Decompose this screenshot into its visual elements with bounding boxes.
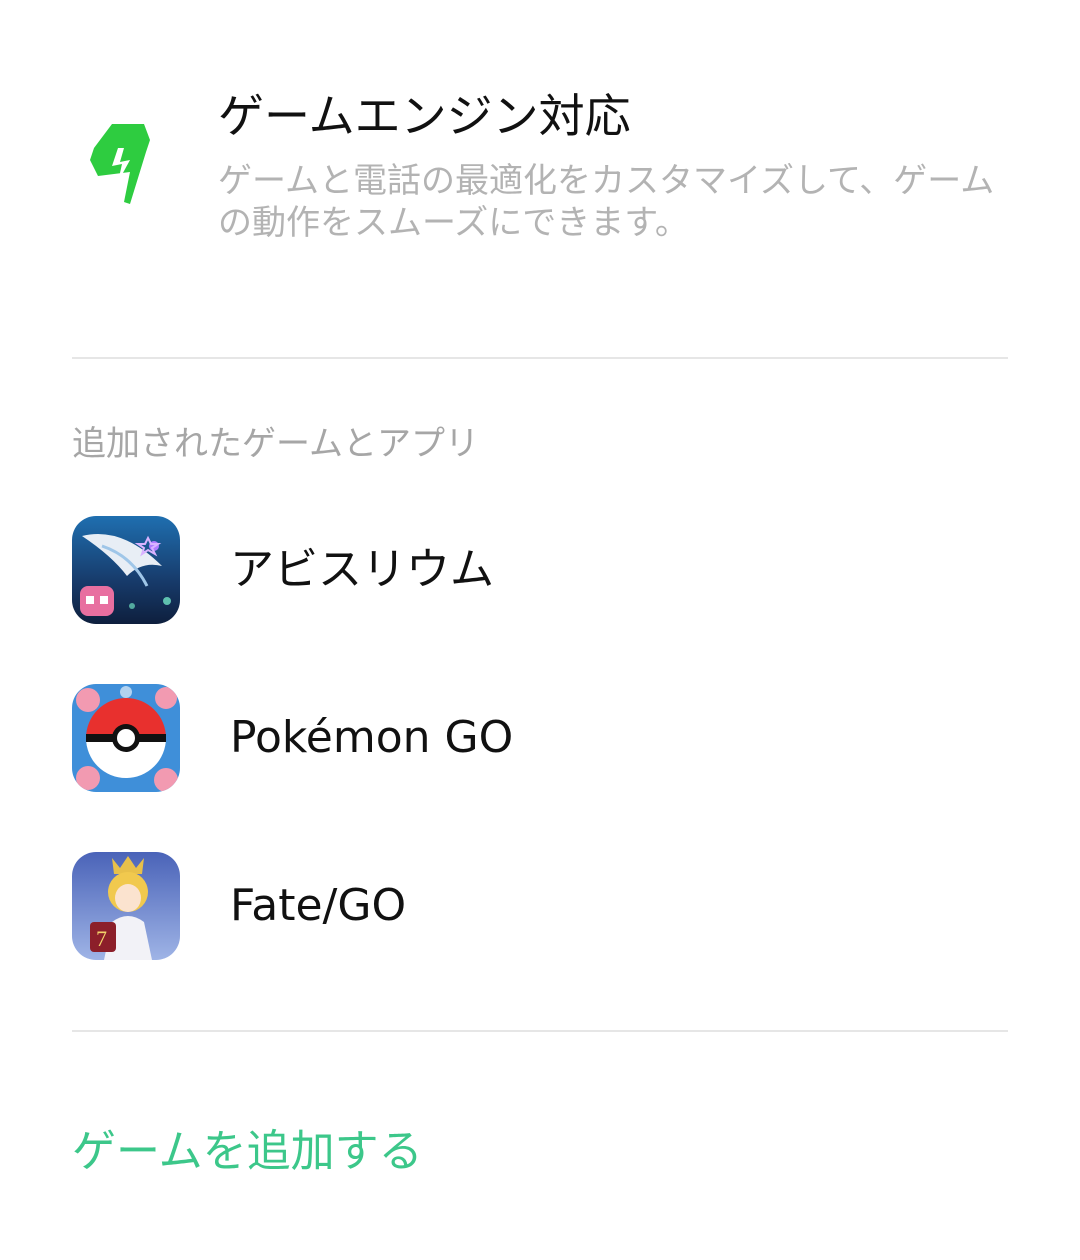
abyssrium-app-icon xyxy=(72,516,180,624)
fate-go-app-icon: 7 xyxy=(72,852,180,960)
app-row-abyssrium[interactable]: アビスリウム xyxy=(0,486,1080,654)
app-name: Fate/GO xyxy=(230,880,407,931)
add-game-button[interactable]: ゲームを追加する xyxy=(72,1122,423,1182)
game-engine-header: ゲームエンジン対応 ゲームと電話の最適化をカスタマイズして、ゲームの動作をスムー… xyxy=(0,0,1080,300)
pokemon-go-app-icon xyxy=(72,684,180,792)
app-row-pokemon-go[interactable]: Pokémon GO xyxy=(0,654,1080,822)
divider xyxy=(72,1030,1008,1032)
added-games-section-label: 追加されたゲームとアプリ xyxy=(72,424,479,464)
app-name: アビスリウム xyxy=(230,544,494,595)
lightning-bolt-icon xyxy=(84,122,156,206)
svg-text:7: 7 xyxy=(96,926,107,951)
game-engine-title: ゲームエンジン対応 xyxy=(218,89,631,143)
app-row-fate-go[interactable]: 7 Fate/GO xyxy=(0,822,1080,990)
game-engine-description: ゲームと電話の最適化をカスタマイズして、ゲームの動作をスムーズにできます。 xyxy=(218,161,995,243)
app-name: Pokémon GO xyxy=(230,712,514,763)
divider xyxy=(72,357,1008,359)
